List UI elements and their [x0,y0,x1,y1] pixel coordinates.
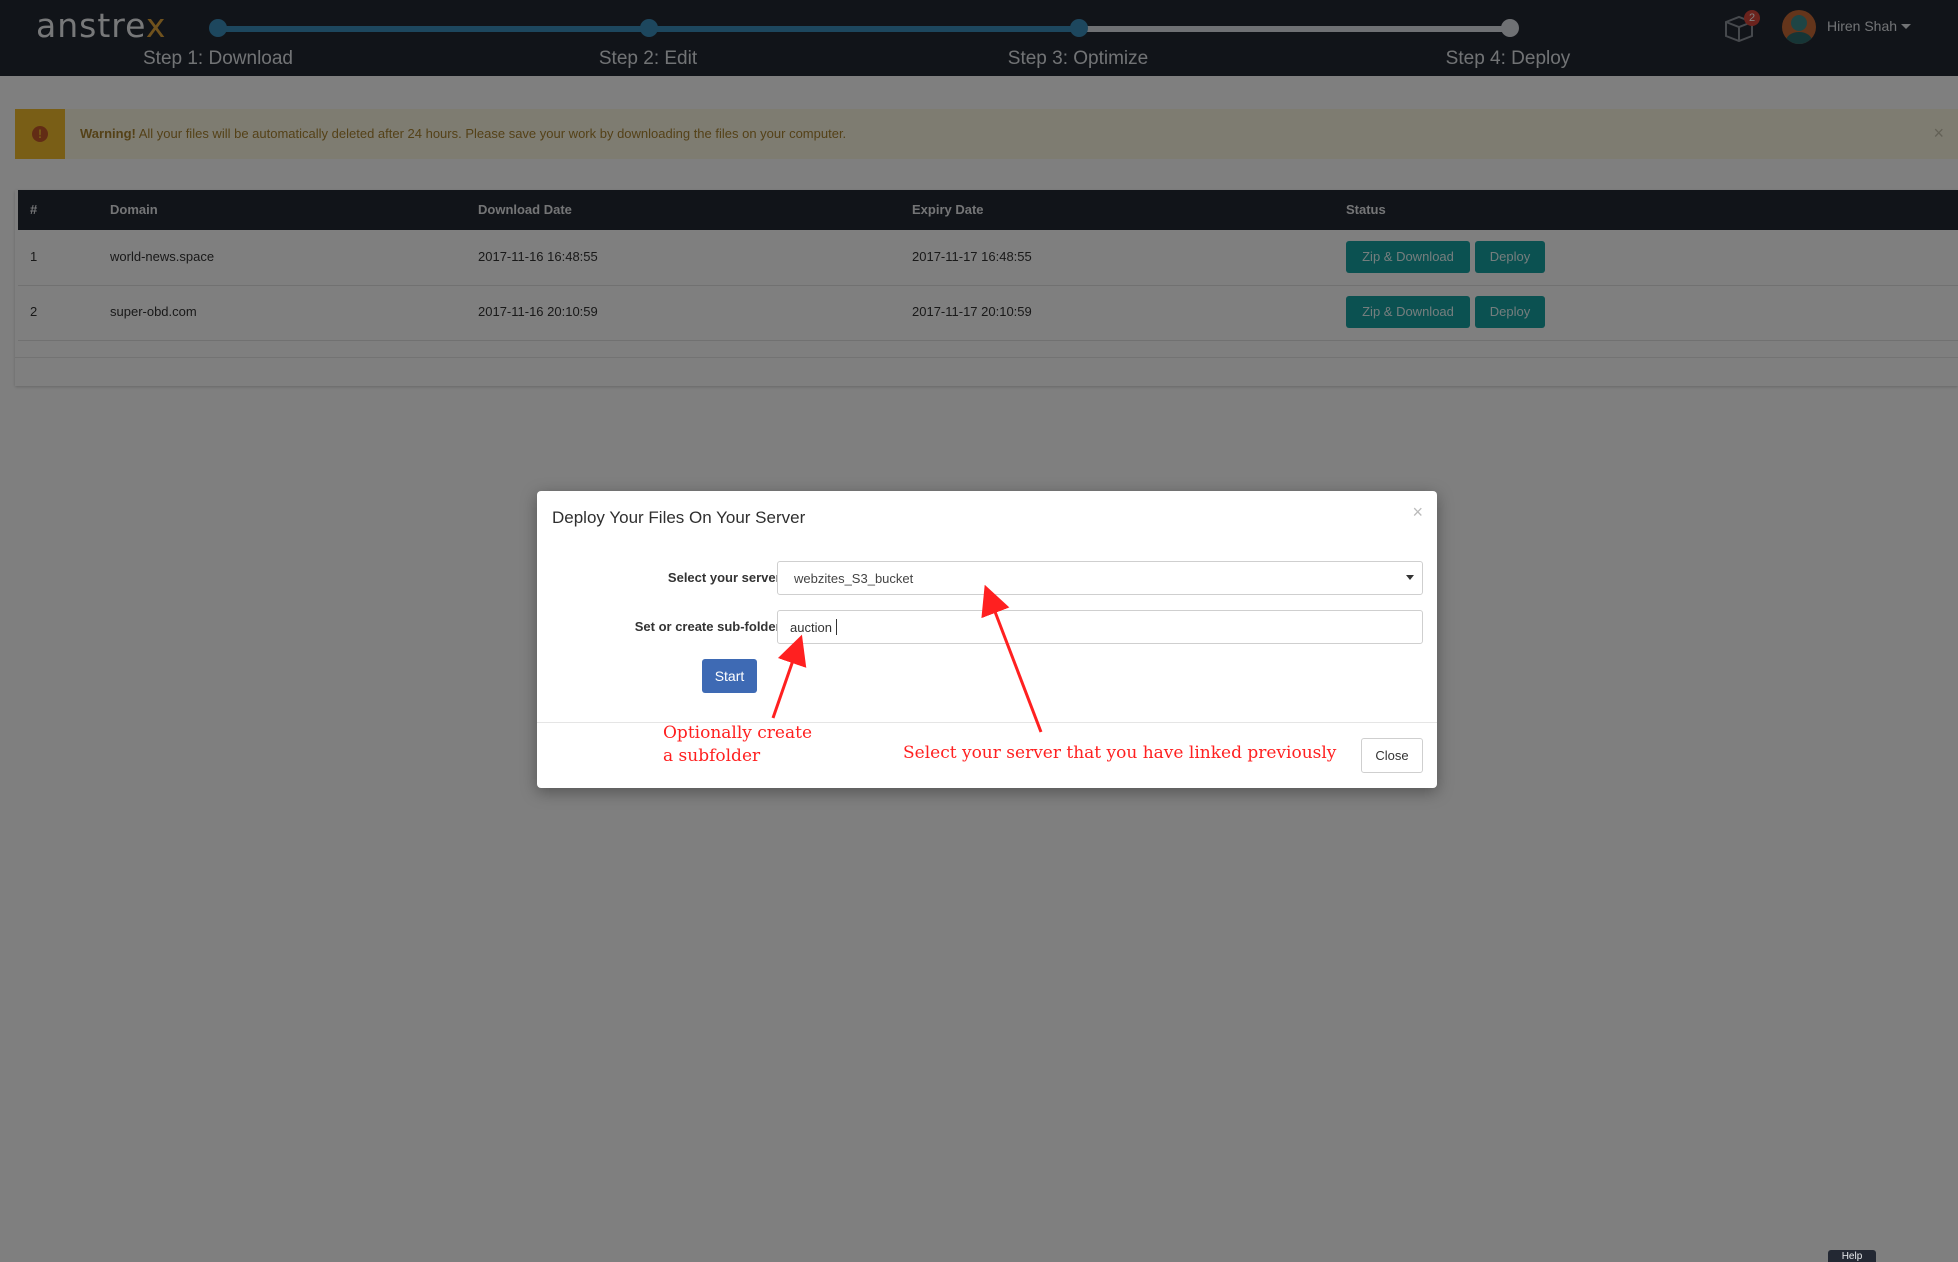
annotation-arrows [771,584,1043,733]
subfolder-annotation-line-2: a subfolder [663,746,761,766]
subfolder-annotation-line-1: Optionally create [663,723,813,743]
server-arrow [981,584,1043,733]
help-tab[interactable]: Help [1828,1250,1876,1262]
server-annotation: Select your server that you have linked … [903,743,1337,763]
subfolder-arrow [771,634,807,719]
